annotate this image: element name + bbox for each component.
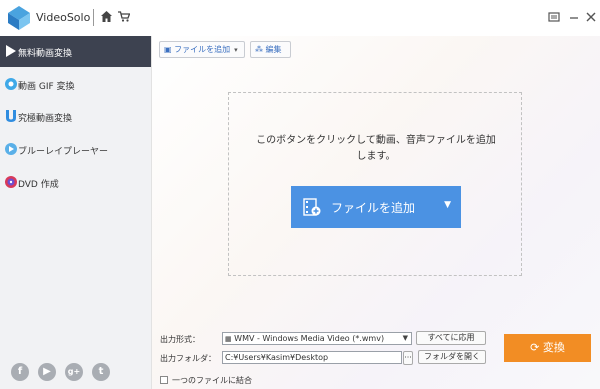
- sidebar-item-label: 無料動画変換: [18, 49, 73, 59]
- gif-icon: [5, 78, 17, 90]
- output-format-value: WMV - Windows Media Video (*.wmv): [234, 334, 385, 343]
- merge-label: 一つのファイルに結合: [172, 376, 252, 385]
- home-icon[interactable]: [101, 11, 112, 22]
- output-folder-field[interactable]: C:¥Users¥Kasim¥Desktop: [222, 351, 402, 364]
- add-file-icon: ▣: [164, 45, 172, 54]
- close-icon[interactable]: [585, 11, 597, 23]
- dvd-creator-icon: [5, 176, 17, 188]
- feedback-icon[interactable]: [548, 11, 560, 23]
- chevron-down-icon[interactable]: ▼: [444, 200, 451, 210]
- sidebar-item-label: 動画 GIF 変換: [18, 82, 75, 92]
- drop-hint: このボタンをクリックして動画、音声ファイルを追加 します。: [256, 135, 496, 162]
- app-title: VideoSolo: [36, 11, 91, 24]
- youtube-icon[interactable]: ▶: [38, 363, 56, 381]
- cart-icon[interactable]: [118, 11, 130, 22]
- edit-toolbar-button[interactable]: ⁂ 編集: [250, 41, 291, 58]
- main-panel: ▣ ファイルを追加 ▾ ⁂ 編集 このボタンをクリックして動画、音声ファイルを追加…: [152, 36, 600, 389]
- output-folder-label: 出力フォルダ：: [160, 354, 216, 363]
- ultimate-convert-icon: [6, 110, 16, 122]
- add-file-label: ファイルを追加: [174, 45, 231, 54]
- convert-button[interactable]: ⟳ 変換: [504, 334, 591, 362]
- videosolo-logo: [8, 6, 30, 30]
- edit-icon: ⁂: [255, 45, 263, 54]
- wmv-icon: ▦: [225, 335, 232, 343]
- convert-label: 変換: [542, 341, 565, 354]
- edit-label: 編集: [265, 45, 282, 54]
- convert-icon: ⟳: [530, 341, 540, 354]
- add-file-button-label: ファイルを追加: [331, 201, 416, 215]
- sidebar: 無料動画変換 動画 GIF 変換 究極動画変換 ブルーレイプレーヤー DVD 作…: [0, 36, 152, 389]
- sidebar-item-label: DVD 作成: [18, 180, 59, 190]
- output-format-label: 出力形式：: [160, 335, 200, 344]
- minimize-icon[interactable]: [568, 11, 580, 23]
- output-format-select[interactable]: ▦ WMV - Windows Media Video (*.wmv) ▼: [222, 332, 412, 345]
- facebook-icon[interactable]: f: [11, 363, 29, 381]
- chevron-down-icon: ▾: [234, 46, 238, 54]
- sidebar-item-gif[interactable]: 動画 GIF 変換: [0, 69, 151, 100]
- sidebar-item-ultimate[interactable]: 究極動画変換: [0, 101, 151, 132]
- open-folder-button[interactable]: フォルダを開く: [418, 350, 486, 364]
- title-bar: VideoSolo: [0, 0, 600, 36]
- convert-icon: [6, 45, 16, 57]
- sidebar-item-dvd[interactable]: DVD 作成: [0, 167, 151, 198]
- browse-folder-button[interactable]: ···: [403, 351, 413, 365]
- sidebar-item-label: ブルーレイプレーヤー: [18, 147, 109, 157]
- add-file-toolbar-button[interactable]: ▣ ファイルを追加 ▾: [159, 41, 245, 58]
- film-add-icon: [303, 198, 321, 216]
- sidebar-item-label: 究極動画変換: [18, 114, 73, 124]
- sidebar-item-bluray[interactable]: ブルーレイプレーヤー: [0, 134, 151, 165]
- bluray-player-icon: [5, 143, 17, 155]
- twitter-icon[interactable]: t: [92, 363, 110, 381]
- chevron-down-icon: ▼: [402, 334, 408, 342]
- google-plus-icon[interactable]: g+: [65, 363, 83, 381]
- add-file-button[interactable]: ファイルを追加 ▼: [291, 186, 461, 228]
- title-divider: [93, 9, 94, 26]
- file-drop-zone[interactable]: このボタンをクリックして動画、音声ファイルを追加 します。 ファイルを追加 ▼: [228, 92, 522, 276]
- apply-all-button[interactable]: すべてに応用: [416, 331, 486, 345]
- merge-checkbox[interactable]: [160, 376, 168, 384]
- sidebar-item-free-converter[interactable]: 無料動画変換: [0, 36, 151, 67]
